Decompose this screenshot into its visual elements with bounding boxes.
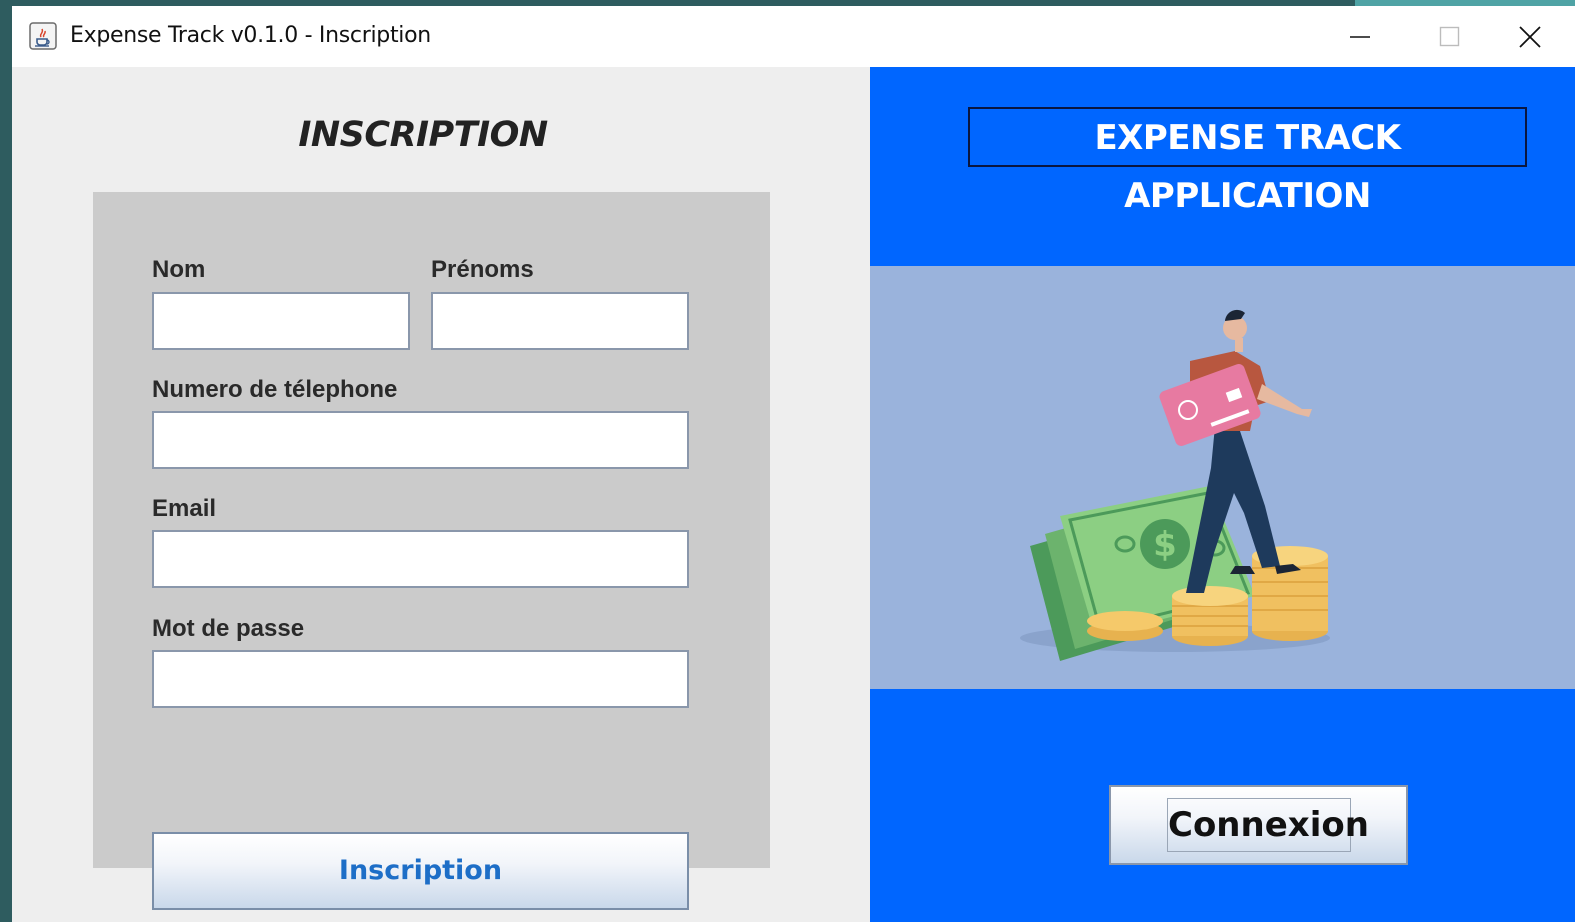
connexion-button-label: Connexion	[1167, 798, 1369, 852]
maximize-icon	[1439, 26, 1460, 46]
title-bar[interactable]: Expense Track v0.1.0 - Inscription	[12, 6, 1575, 68]
svg-text:$: $	[1153, 525, 1177, 565]
illustration-panel: $	[870, 266, 1575, 689]
password-label: Mot de passe	[152, 615, 305, 642]
email-field[interactable]	[152, 530, 689, 588]
registration-pane: INSCRIPTION Nom Prénoms Numero de téleph…	[12, 67, 870, 922]
prenoms-label: Prénoms	[431, 256, 534, 283]
credit-card-illustration	[1159, 364, 1261, 446]
telephone-label: Numero de télephone	[152, 376, 398, 403]
nom-field[interactable]	[152, 292, 410, 350]
email-label: Email	[152, 495, 217, 522]
connexion-button[interactable]: Connexion	[1109, 785, 1408, 865]
java-cup-icon	[29, 22, 57, 50]
telephone-field[interactable]	[152, 411, 689, 469]
registration-form: Nom Prénoms Numero de télephone Email Mo…	[93, 192, 770, 868]
close-button[interactable]	[1485, 6, 1575, 67]
close-icon	[1519, 25, 1541, 48]
money-illustration: $	[1020, 309, 1330, 661]
prenoms-field[interactable]	[431, 292, 689, 350]
minimize-button[interactable]	[1315, 6, 1405, 67]
app-brand-title: EXPENSE TRACK APPLICATION	[968, 107, 1527, 216]
minimize-icon	[1350, 35, 1370, 38]
form-title: INSCRIPTION	[298, 115, 548, 155]
app-window: Expense Track v0.1.0 - Inscription INSCR…	[12, 6, 1575, 922]
nom-label: Nom	[152, 256, 206, 283]
maximize-button[interactable]	[1405, 6, 1495, 67]
inscription-button[interactable]: Inscription	[152, 832, 689, 910]
brand-pane: EXPENSE TRACK APPLICATION $ Connexion	[870, 67, 1575, 922]
password-field[interactable]	[152, 650, 689, 708]
window-title: Expense Track v0.1.0 - Inscription	[70, 23, 431, 48]
